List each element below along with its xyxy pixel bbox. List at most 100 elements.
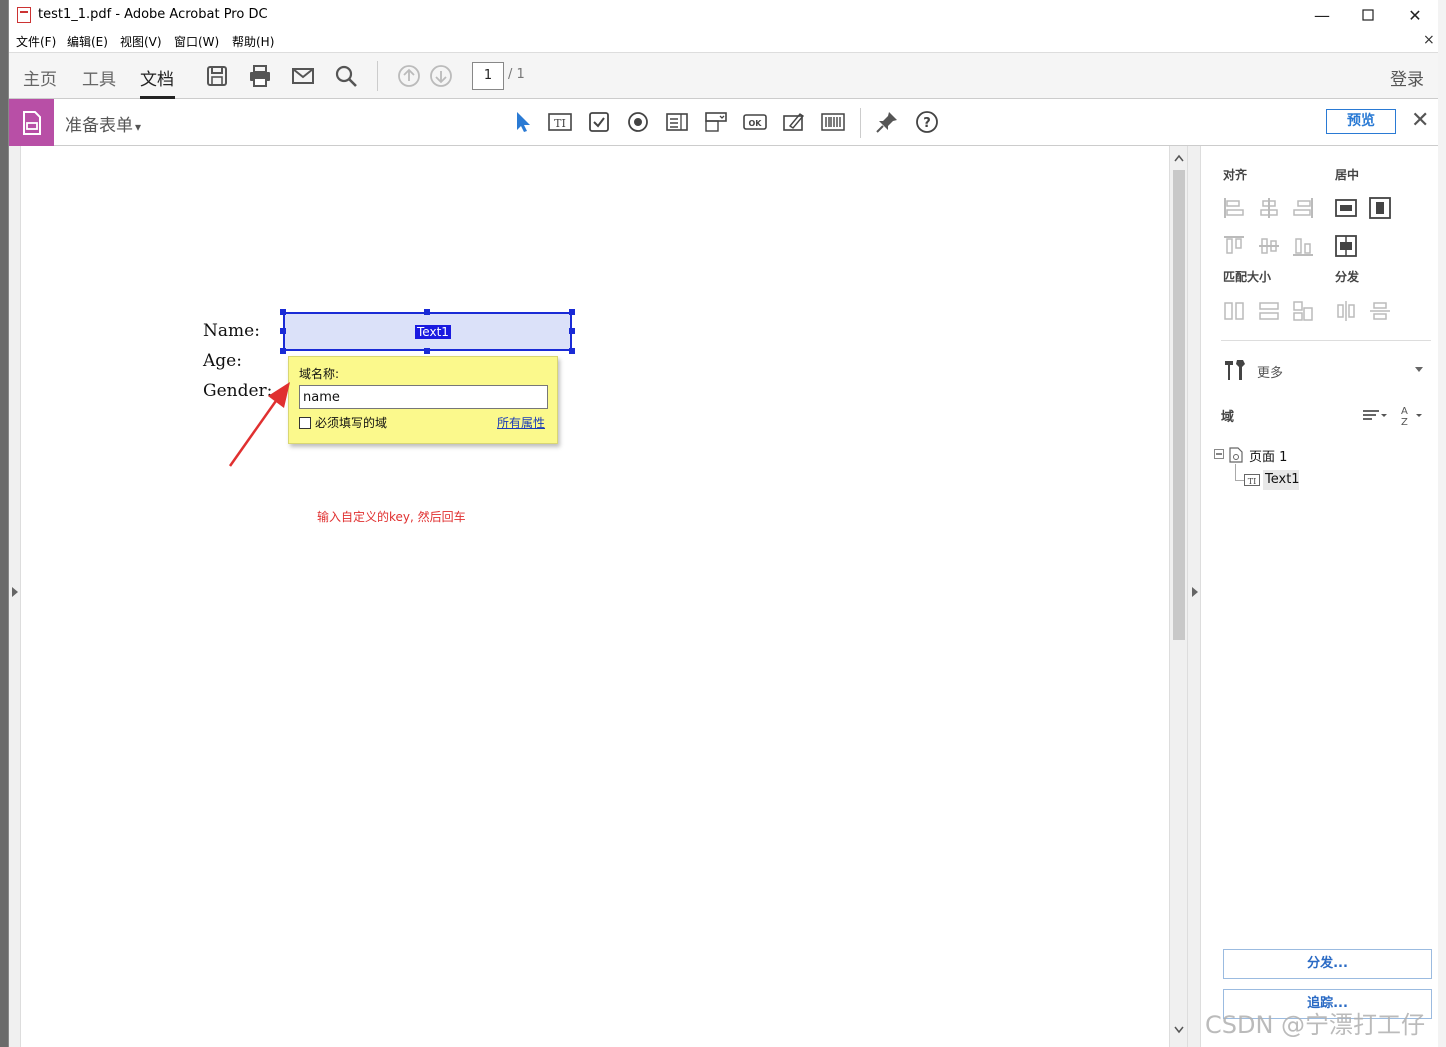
- chevron-down-icon: ▾: [135, 120, 142, 134]
- align-bottom-icon[interactable]: [1292, 235, 1314, 257]
- email-icon[interactable]: [291, 64, 315, 88]
- watermark: CSDN @宁漂打工仔: [1205, 1011, 1426, 1039]
- help-icon[interactable]: ?: [915, 110, 939, 134]
- match-both-icon[interactable]: [1292, 300, 1314, 322]
- field-name-label: 域名称:: [299, 367, 340, 381]
- scrollbar-thumb[interactable]: [1173, 170, 1185, 640]
- more-tools-icon[interactable]: [1223, 358, 1247, 382]
- acrobat-window: test1_1.pdf - Adobe Acrobat Pro DC — ✕ 文…: [8, 0, 1438, 1047]
- close-window-button[interactable]: ✕: [1392, 0, 1438, 30]
- align-top-icon[interactable]: [1223, 235, 1245, 257]
- form-document-icon: [22, 110, 41, 135]
- toolbar-divider: [860, 108, 861, 138]
- svg-text:TI: TI: [554, 117, 566, 130]
- scroll-up-icon[interactable]: [1174, 154, 1184, 162]
- align-left-icon[interactable]: [1223, 197, 1245, 219]
- signature-tool-icon[interactable]: [782, 110, 806, 134]
- center-both-icon[interactable]: [1335, 235, 1357, 257]
- close-tool-button[interactable]: ✕: [1411, 108, 1429, 133]
- pin-icon[interactable]: [875, 110, 899, 134]
- field-name-input[interactable]: [299, 385, 548, 409]
- tree-connector: [1235, 464, 1236, 481]
- all-properties-link[interactable]: 所有属性: [497, 414, 545, 431]
- resize-handle[interactable]: [280, 348, 286, 354]
- login-button[interactable]: 登录: [1390, 65, 1424, 90]
- list-box-tool-icon[interactable]: [665, 110, 689, 134]
- distribute-horizontally-icon[interactable]: [1335, 300, 1357, 322]
- next-page-icon[interactable]: [429, 64, 453, 88]
- tab-home[interactable]: 主页: [23, 65, 57, 90]
- tab-tools[interactable]: 工具: [82, 65, 116, 90]
- menu-edit[interactable]: 编辑(E): [67, 33, 108, 50]
- left-panel-strip[interactable]: [9, 146, 21, 1047]
- radio-button-tool-icon[interactable]: [626, 110, 650, 134]
- tree-field-node[interactable]: Text1: [1265, 472, 1300, 487]
- page-number-input[interactable]: 1: [472, 62, 504, 90]
- sort-alphabetical-icon[interactable]: AZ: [1399, 404, 1427, 426]
- vertical-scrollbar[interactable]: [1169, 146, 1187, 1047]
- search-icon[interactable]: [334, 64, 358, 88]
- maximize-button[interactable]: [1345, 0, 1391, 30]
- text-form-field[interactable]: Text1: [283, 312, 572, 351]
- text-field-tool-icon[interactable]: TI: [548, 110, 572, 134]
- tree-collapse-icon[interactable]: [1214, 449, 1224, 459]
- minimize-button[interactable]: —: [1299, 0, 1345, 30]
- menu-window[interactable]: 窗口(W): [174, 33, 219, 50]
- resize-handle[interactable]: [569, 348, 575, 354]
- center-vertically-icon[interactable]: [1369, 197, 1391, 219]
- more-label[interactable]: 更多: [1257, 362, 1283, 381]
- print-icon[interactable]: [248, 64, 272, 88]
- required-field-label: 必须填写的域: [315, 416, 388, 430]
- background-window-right: [1437, 0, 1446, 1047]
- document-page[interactable]: Name: Age: Gender: Text1 域名称: 必须填写的域 所有属…: [21, 146, 1169, 1047]
- scroll-down-icon[interactable]: [1174, 1026, 1184, 1034]
- resize-handle[interactable]: [280, 328, 286, 334]
- right-panel-toggle-strip[interactable]: [1187, 146, 1201, 1047]
- maximize-icon: [1362, 9, 1374, 21]
- tree-page-node[interactable]: 页面 1: [1249, 446, 1287, 465]
- close-document-button[interactable]: ×: [1423, 32, 1435, 48]
- field-name-popup: 域名称: 必须填写的域 所有属性: [288, 356, 558, 444]
- more-dropdown-icon[interactable]: [1415, 367, 1423, 373]
- resize-handle[interactable]: [424, 348, 430, 354]
- center-horizontally-icon[interactable]: [1335, 197, 1357, 219]
- required-field-checkbox[interactable]: [299, 417, 311, 429]
- button-tool-icon[interactable]: OK: [743, 110, 767, 134]
- select-cursor-icon[interactable]: [511, 110, 535, 134]
- background-window-left: [0, 0, 8, 1047]
- expand-left-icon[interactable]: [11, 586, 19, 598]
- align-right-icon[interactable]: [1292, 197, 1314, 219]
- resize-handle[interactable]: [424, 309, 430, 315]
- save-icon[interactable]: [205, 64, 229, 88]
- text-field-icon: TI: [1244, 474, 1260, 486]
- menu-view[interactable]: 视图(V): [120, 33, 162, 50]
- center-heading: 居中: [1335, 168, 1360, 182]
- match-size-heading: 匹配大小: [1223, 270, 1272, 284]
- svg-text:OK: OK: [749, 119, 763, 128]
- align-middle-icon[interactable]: [1258, 235, 1280, 257]
- resize-handle[interactable]: [280, 309, 286, 315]
- title-bar: test1_1.pdf - Adobe Acrobat Pro DC — ✕: [9, 0, 1438, 30]
- tab-document[interactable]: 文档: [140, 65, 174, 90]
- dropdown-tool-icon[interactable]: [704, 110, 728, 134]
- preview-button[interactable]: 预览: [1326, 109, 1396, 134]
- sort-options-icon[interactable]: [1361, 406, 1389, 424]
- menu-file[interactable]: 文件(F): [16, 33, 56, 50]
- barcode-tool-icon[interactable]: [821, 110, 845, 134]
- align-heading: 对齐: [1223, 168, 1248, 182]
- resize-handle[interactable]: [569, 328, 575, 334]
- prepare-form-dropdown[interactable]: 准备表单 ▾: [65, 111, 141, 136]
- distribute-form-button[interactable]: 分发...: [1223, 949, 1432, 979]
- align-center-horizontal-icon[interactable]: [1258, 197, 1280, 219]
- match-height-icon[interactable]: [1258, 300, 1280, 322]
- menu-help[interactable]: 帮助(H): [232, 33, 274, 50]
- expand-right-panel-icon[interactable]: [1191, 586, 1199, 598]
- annotation-note: 输入自定义的key, 然后回车: [317, 510, 466, 524]
- resize-handle[interactable]: [569, 309, 575, 315]
- checkbox-tool-icon[interactable]: [587, 110, 611, 134]
- distribute-vertically-icon[interactable]: [1369, 300, 1391, 322]
- svg-text:Z: Z: [1401, 417, 1408, 426]
- match-width-icon[interactable]: [1223, 300, 1245, 322]
- right-panel: 对齐 居中 匹配大小 分发 更多 域 AZ 页面 1 TI Text1 分发..…: [1201, 146, 1438, 1047]
- previous-page-icon[interactable]: [397, 64, 421, 88]
